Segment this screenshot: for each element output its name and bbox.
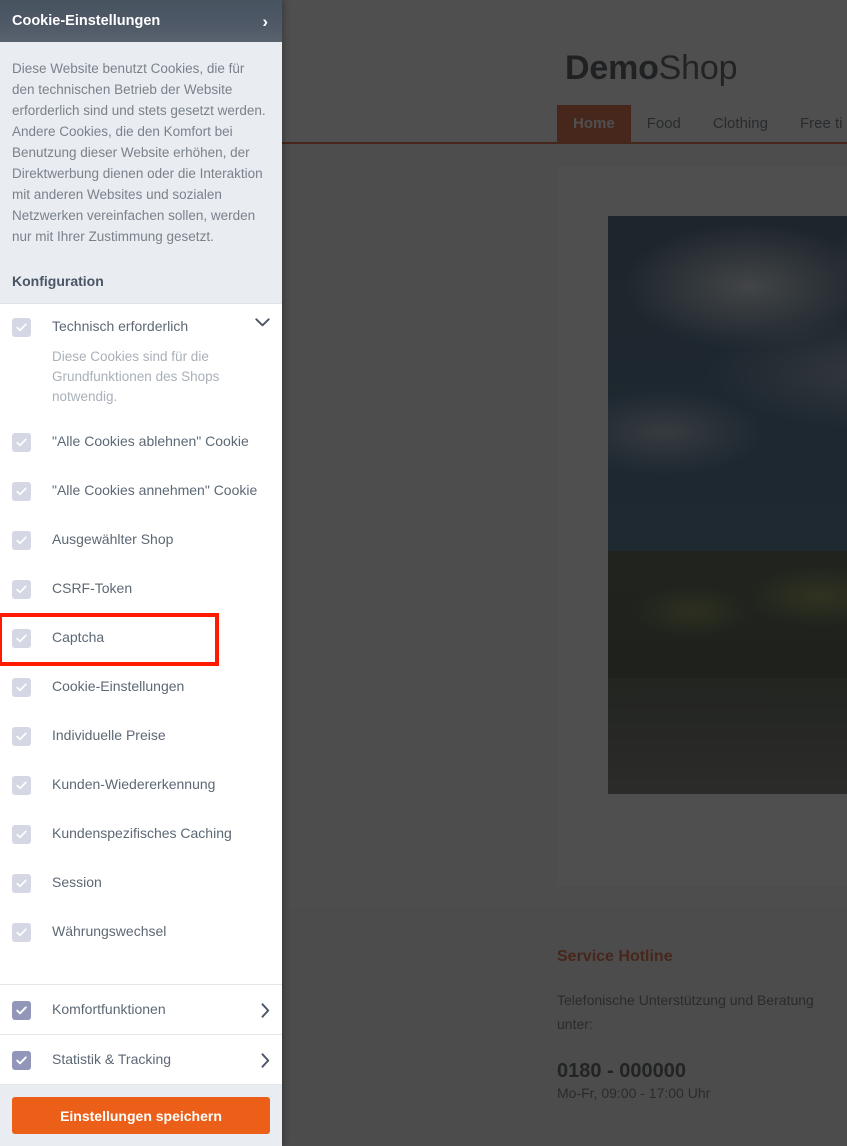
cookie-option-csrf-token[interactable]: CSRF-Token	[0, 566, 282, 615]
checkbox-statistik-tracking[interactable]	[12, 1050, 31, 1070]
konfiguration-title: Konfiguration	[12, 273, 104, 289]
cookie-option-kunden-wiedererkennung[interactable]: Kunden-Wiedererkennung	[0, 762, 282, 811]
checkbox-cookie-einstellungen	[12, 678, 31, 697]
cookie-option-waehrungswechsel[interactable]: Währungswechsel	[0, 909, 282, 958]
checkbox-alle-cookies-ablehnen	[12, 433, 31, 452]
checkbox-kundenspezifisches-caching	[12, 825, 31, 844]
cookie-option-alle-cookies-annehmen[interactable]: "Alle Cookies annehmen" Cookie	[0, 468, 282, 517]
cookie-group-statistik-tracking[interactable]: Statistik & Tracking	[0, 1035, 282, 1085]
description-technisch-erforderlich: Diese Cookies sind für die Grundfunktion…	[52, 349, 220, 404]
label-technisch-erforderlich: Technisch erforderlich	[52, 318, 189, 334]
cookie-option-alle-cookies-ablehnen[interactable]: "Alle Cookies ablehnen" Cookie	[0, 419, 282, 468]
checkbox-csrf-token	[12, 580, 31, 599]
cookie-group-technisch-erforderlich[interactable]: Technisch erforderlich	[0, 304, 282, 353]
save-settings-button[interactable]: Einstellungen speichern	[12, 1097, 270, 1134]
cookie-panel-header: Cookie-Einstellungen ›	[0, 0, 282, 42]
label-captcha: Captcha	[52, 629, 105, 645]
cookie-option-cookie-einstellungen[interactable]: Cookie-Einstellungen	[0, 664, 282, 713]
label-alle-cookies-annehmen: "Alle Cookies annehmen" Cookie	[52, 482, 258, 498]
checkbox-technisch-erforderlich	[12, 318, 31, 337]
label-individuelle-preise: Individuelle Preise	[52, 727, 166, 743]
checkbox-alle-cookies-annehmen	[12, 482, 31, 501]
cookie-option-individuelle-preise[interactable]: Individuelle Preise	[0, 713, 282, 762]
label-csrf-token: CSRF-Token	[52, 580, 133, 596]
label-statistik-tracking: Statistik & Tracking	[52, 1051, 172, 1067]
checkbox-individuelle-preise	[12, 727, 31, 746]
cookie-intro-section: Diese Website benutzt Cookies, die für d…	[0, 42, 282, 261]
label-komfortfunktionen: Komfortfunktionen	[52, 1001, 166, 1017]
cookie-option-session[interactable]: Session	[0, 860, 282, 909]
label-cookie-einstellungen: Cookie-Einstellungen	[52, 678, 185, 694]
cookie-option-ausgewaehlter-shop[interactable]: Ausgewählter Shop	[0, 517, 282, 566]
label-alle-cookies-ablehnen: "Alle Cookies ablehnen" Cookie	[52, 433, 249, 449]
label-kunden-wiedererkennung: Kunden-Wiedererkennung	[52, 776, 216, 792]
label-session: Session	[52, 874, 102, 890]
cookie-settings-panel: Cookie-Einstellungen › Diese Website ben…	[0, 0, 282, 1146]
cookie-option-captcha[interactable]: Captcha	[0, 613, 219, 666]
cookie-group-list: Komfortfunktionen Statistik & Tracking	[0, 984, 282, 1085]
checkbox-captcha	[12, 629, 31, 648]
label-ausgewaehlter-shop: Ausgewählter Shop	[52, 531, 174, 547]
chevron-right-icon-komfortfunktionen[interactable]	[261, 1002, 270, 1018]
checkbox-komfortfunktionen[interactable]	[12, 1000, 31, 1020]
cookie-panel-footer: Einstellungen speichern	[0, 1085, 282, 1146]
checkbox-kunden-wiedererkennung	[12, 776, 31, 795]
checkbox-session	[12, 874, 31, 893]
chevron-down-icon[interactable]	[255, 318, 270, 327]
page-root: DemoShop Home Food Clothing Free ti Serv…	[0, 0, 847, 1146]
cookie-group-komfortfunktionen[interactable]: Komfortfunktionen	[0, 985, 282, 1035]
label-kundenspezifisches-caching: Kundenspezifisches Caching	[52, 825, 232, 841]
cookie-option-kundenspezifisches-caching[interactable]: Kundenspezifisches Caching	[0, 811, 282, 860]
checkbox-ausgewaehlter-shop	[12, 531, 31, 550]
cookie-panel-title: Cookie-Einstellungen	[12, 13, 161, 29]
chevron-right-icon[interactable]: ›	[262, 13, 268, 30]
konfiguration-section-header: Konfiguration	[0, 261, 282, 304]
chevron-right-icon-statistik-tracking[interactable]	[261, 1052, 270, 1068]
label-waehrungswechsel: Währungswechsel	[52, 923, 167, 939]
checkbox-waehrungswechsel	[12, 923, 31, 942]
cookie-options-scroll-area[interactable]: Technisch erforderlich Diese Cookies sin…	[0, 304, 282, 984]
cookie-intro-text: Diese Website benutzt Cookies, die für d…	[12, 61, 266, 244]
